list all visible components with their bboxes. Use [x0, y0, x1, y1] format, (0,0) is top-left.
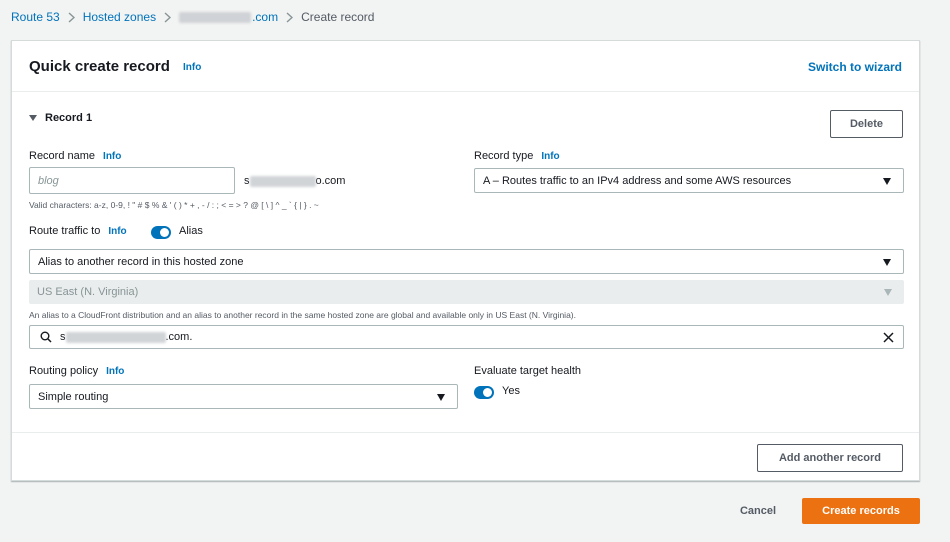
record-name-placeholder: blog [38, 174, 59, 187]
record-type-label-text: Record type [474, 150, 534, 162]
search-icon [40, 331, 52, 343]
route-traffic-label: Route traffic to Info [29, 225, 127, 237]
evaluate-health-toggle[interactable] [474, 386, 494, 399]
record-name-input[interactable]: blog [29, 167, 235, 194]
create-records-button[interactable]: Create records [802, 498, 920, 524]
record-expand-toggle[interactable]: Record 1 [29, 112, 92, 124]
routing-policy-label-text: Routing policy [29, 365, 99, 377]
caret-down-icon [883, 258, 891, 266]
quick-create-card: Quick create record Info Switch to wizar… [11, 40, 920, 481]
record-type-value: A – Routes traffic to an IPv4 address an… [483, 174, 792, 187]
record-type-select[interactable]: A – Routes traffic to an IPv4 address an… [474, 168, 904, 193]
breadcrumb: Route 53 Hosted zones .com Create record [11, 9, 374, 25]
alias-target-prefix: s [60, 331, 66, 343]
record-section-label: Record 1 [45, 112, 93, 124]
record-type-info-link[interactable]: Info [541, 151, 559, 162]
record-name-info-link[interactable]: Info [103, 151, 121, 162]
caret-down-icon [437, 393, 445, 401]
record-type-label: Record type Info [474, 150, 560, 162]
alias-toggle[interactable] [151, 226, 171, 239]
chevron-right-icon [68, 11, 75, 23]
evaluate-health-value: Yes [502, 385, 520, 397]
breadcrumb-hosted-zone[interactable]: .com [179, 10, 278, 24]
routing-policy-select[interactable]: Simple routing [29, 384, 458, 409]
route-traffic-info-link[interactable]: Info [108, 226, 126, 237]
title-info-link[interactable]: Info [183, 62, 201, 73]
record-section: Record 1 Delete Record name Info blog s … [12, 92, 919, 433]
region-select: US East (N. Virginia) [29, 280, 904, 304]
route-endpoint-value: Alias to another record in this hosted z… [38, 255, 244, 268]
record-name-hint: Valid characters: a-z, 0-9, ! " # $ % & … [29, 200, 319, 210]
record-name-label: Record name Info [29, 150, 121, 162]
chevron-right-icon [286, 11, 294, 23]
record-name-label-text: Record name [29, 150, 96, 162]
suffix-domain: o.com [315, 175, 346, 187]
routing-policy-value: Simple routing [38, 390, 109, 403]
record-name-domain-suffix: s o.com [244, 175, 345, 187]
caret-down-icon [884, 289, 892, 296]
card-footer: Add another record [12, 433, 919, 480]
breadcrumb-current: Create record [301, 10, 375, 24]
card-header: Quick create record Info Switch to wizar… [12, 41, 919, 92]
region-hint: An alias to a CloudFront distribution an… [29, 310, 576, 320]
evaluate-health-label: Evaluate target health [474, 365, 582, 377]
cancel-button[interactable]: Cancel [728, 498, 788, 524]
breadcrumb-route53[interactable]: Route 53 [11, 10, 60, 24]
route-traffic-label-text: Route traffic to [29, 225, 101, 237]
switch-to-wizard-link[interactable]: Switch to wizard [808, 60, 902, 74]
page-title: Quick create record [29, 58, 170, 75]
route-endpoint-select[interactable]: Alias to another record in this hosted z… [29, 249, 904, 274]
caret-down-icon [29, 115, 37, 121]
suffix-prefix: s [244, 175, 250, 187]
caret-down-icon [883, 177, 891, 185]
alias-label: Alias [179, 225, 203, 237]
close-icon[interactable] [883, 332, 894, 343]
breadcrumb-zone-domain: .com [252, 10, 279, 24]
delete-button[interactable]: Delete [830, 110, 903, 138]
region-value: US East (N. Virginia) [37, 286, 139, 298]
add-another-record-button[interactable]: Add another record [757, 444, 903, 472]
alias-target-suffix: .com. [165, 331, 193, 343]
chevron-right-icon [164, 11, 172, 23]
breadcrumb-hosted-zones[interactable]: Hosted zones [83, 10, 156, 24]
routing-policy-label: Routing policy Info [29, 365, 124, 377]
routing-policy-info-link[interactable]: Info [106, 366, 124, 377]
alias-target-search[interactable]: s .com. [29, 325, 904, 349]
